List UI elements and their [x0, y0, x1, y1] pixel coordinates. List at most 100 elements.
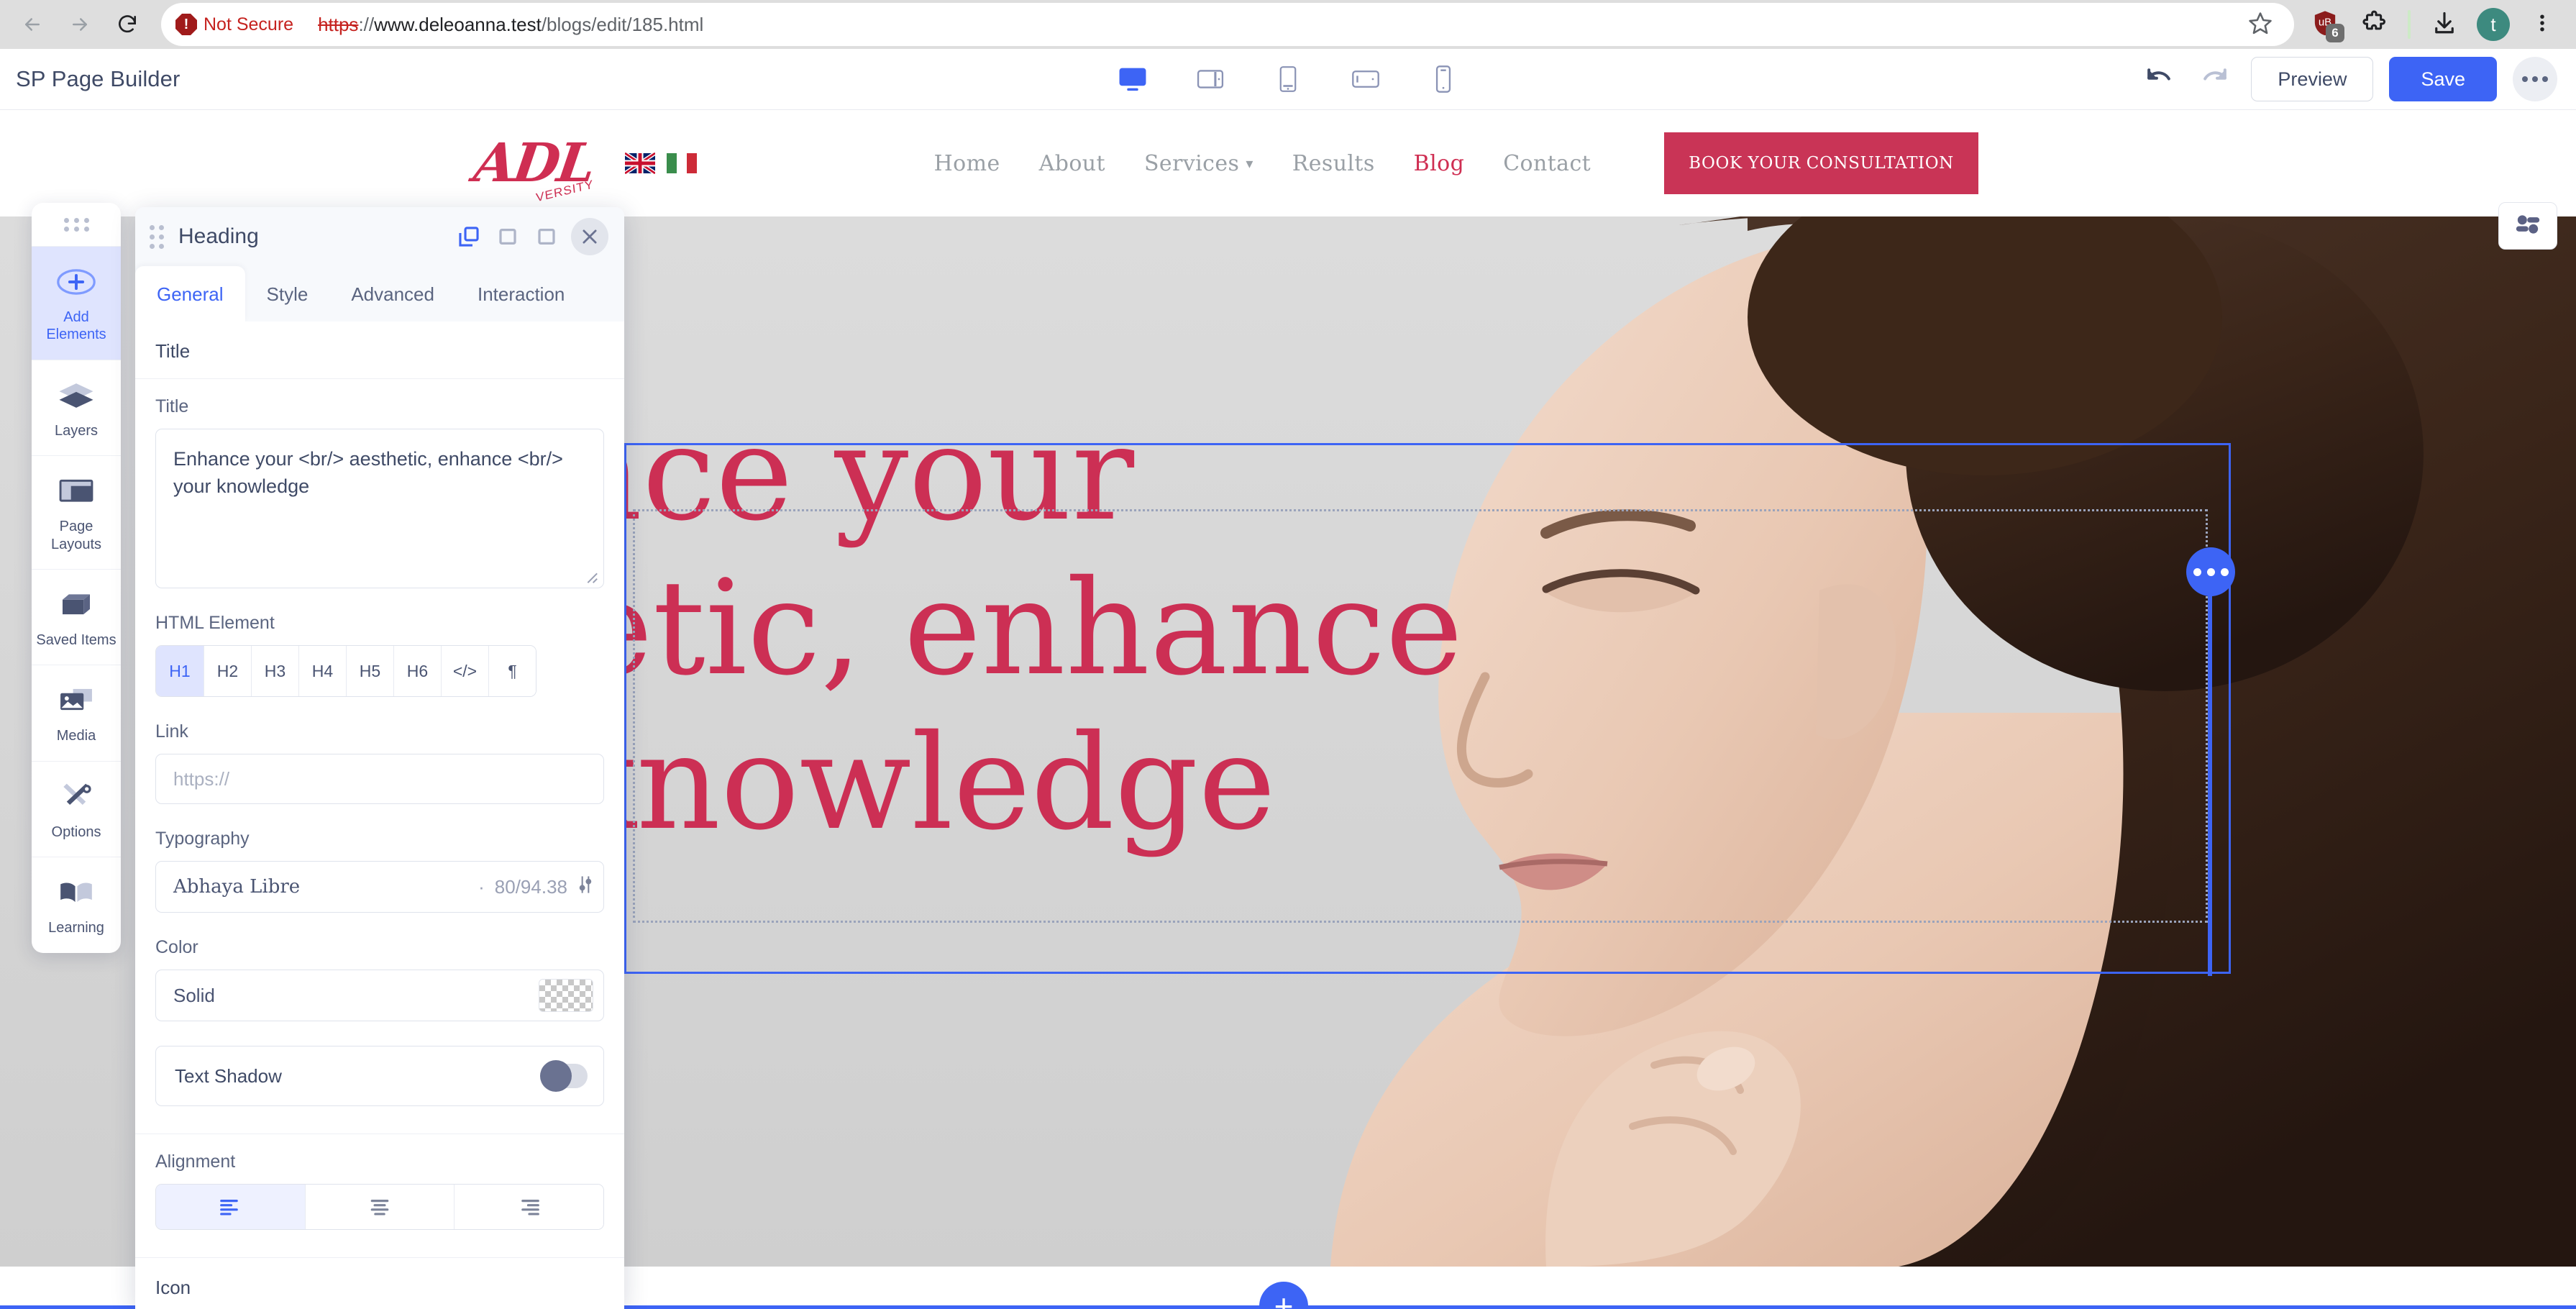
panel-header: Heading	[135, 207, 624, 266]
profile-button[interactable]: t	[2472, 4, 2514, 45]
sidebar-item-label: Add Elements	[46, 309, 106, 343]
redo-button[interactable]	[2195, 59, 2235, 99]
color-label: Color	[155, 937, 198, 957]
tab-style[interactable]: Style	[245, 266, 330, 321]
typography-selector[interactable]: Abhaya Libre · 80/94.38	[155, 861, 604, 913]
sidebar-item-learning[interactable]: Learning	[32, 857, 121, 952]
sidebar-item-label: Learning	[48, 920, 104, 936]
tab-interaction[interactable]: Interaction	[456, 266, 586, 321]
tab-advanced[interactable]: Advanced	[329, 266, 456, 321]
builder-sidebar: Add Elements Layers Page Layouts Saved I…	[32, 203, 121, 953]
builder-toolbar: SP Page Builder Preview Save	[0, 49, 2576, 110]
site-menu-item-contact[interactable]: Contact	[1503, 151, 1591, 176]
html-element-h2[interactable]: H2	[204, 646, 251, 696]
menu-label: Services	[1143, 150, 1240, 176]
icon-section-header: Icon	[135, 1258, 624, 1309]
flag-italy-icon[interactable]	[666, 152, 697, 174]
add-section-button[interactable]: +	[1259, 1282, 1308, 1309]
dot	[2532, 76, 2538, 82]
save-button[interactable]: Save	[2389, 57, 2497, 101]
color-swatch[interactable]	[539, 979, 593, 1012]
preview-button[interactable]: Preview	[2251, 57, 2374, 101]
panel-drag-handle[interactable]	[150, 224, 164, 249]
align-center-button[interactable]	[304, 1185, 455, 1229]
duplicate-icon[interactable]	[455, 222, 483, 251]
tools-icon	[58, 779, 94, 815]
html-element-h6[interactable]: H6	[393, 646, 441, 696]
site-menu-item-results[interactable]: Results	[1292, 151, 1375, 176]
title-textarea[interactable]: Enhance your <br/> aesthetic, enhance <b…	[155, 429, 604, 588]
align-right-button[interactable]	[454, 1185, 603, 1229]
dock-left-icon[interactable]	[493, 222, 522, 251]
flag-uk-icon[interactable]	[624, 151, 657, 175]
site-menu-item-home[interactable]: Home	[934, 151, 1000, 176]
menu-label: Contact	[1503, 150, 1591, 176]
reload-button[interactable]	[105, 2, 150, 47]
html-element-code[interactable]: </>	[441, 646, 488, 696]
undo-button[interactable]	[2139, 59, 2179, 99]
sidebar-item-label: Saved Items	[36, 631, 117, 648]
device-laptop-button[interactable]	[1189, 60, 1231, 98]
text-shadow-toggle[interactable]	[540, 1060, 588, 1092]
html-element-h4[interactable]: H4	[298, 646, 346, 696]
sidebar-item-add-elements[interactable]: Add Elements	[32, 246, 121, 360]
html-element-h3[interactable]: H3	[251, 646, 298, 696]
site-menu-item-blog[interactable]: Blog	[1414, 151, 1465, 176]
sidebar-item-saved-items[interactable]: Saved Items	[32, 568, 121, 665]
address-bar[interactable]: ! Not Secure https://www.deleoanna.test/…	[161, 3, 2294, 46]
ublock-extension-button[interactable]: uB 6	[2304, 4, 2346, 45]
extensions-button[interactable]	[2353, 4, 2395, 45]
sidebar-drag-handle[interactable]	[32, 203, 121, 246]
device-tablet-portrait-button[interactable]	[1267, 60, 1309, 98]
site-menu-item-about[interactable]: About	[1039, 151, 1105, 176]
forward-button[interactable]	[58, 2, 102, 47]
device-preview-switcher	[1112, 60, 1464, 98]
site-menu-item-services[interactable]: Services ▾	[1144, 151, 1253, 176]
undo-icon	[2145, 65, 2173, 94]
device-desktop-button[interactable]	[1112, 60, 1154, 98]
sidebar-item-page-layouts[interactable]: Page Layouts	[32, 455, 121, 569]
color-selector[interactable]: Solid	[155, 970, 604, 1021]
device-mobile-button[interactable]	[1422, 60, 1464, 98]
downloads-button[interactable]	[2424, 4, 2465, 45]
close-icon[interactable]	[571, 218, 608, 255]
element-options-button[interactable]	[2186, 547, 2235, 596]
text-shadow-row[interactable]: Text Shadow	[155, 1046, 604, 1106]
panel-content: Title Title Enhance your <br/> aesthetic…	[135, 321, 624, 1309]
back-button[interactable]	[10, 2, 55, 47]
site-menu: Home About Services ▾ Results Blog Conta…	[934, 132, 1978, 194]
sliders-icon[interactable]	[577, 875, 593, 899]
panel-tabs: General Style Advanced Interaction	[135, 266, 624, 321]
bookmark-button[interactable]	[2239, 4, 2281, 45]
link-input[interactable]: https://	[155, 754, 604, 804]
typography-label: Typography	[155, 829, 250, 849]
book-consultation-button[interactable]: BOOK YOUR CONSULTATION	[1664, 132, 1978, 194]
builder-actions: Preview Save	[2139, 57, 2576, 101]
text-shadow-label: Text Shadow	[175, 1064, 282, 1087]
sidebar-item-label: Media	[56, 728, 96, 744]
not-secure-label: Not Secure	[204, 14, 294, 35]
device-tablet-landscape-button[interactable]	[1345, 60, 1387, 98]
html-element-h1[interactable]: H1	[156, 646, 204, 696]
menu-label: About	[1038, 150, 1105, 176]
sidebar-item-layers[interactable]: Layers	[32, 359, 121, 455]
tab-general[interactable]: General	[135, 266, 245, 321]
align-left-button[interactable]	[156, 1185, 305, 1229]
more-options-button[interactable]	[2513, 57, 2557, 101]
url-host: www.deleoanna.test	[374, 13, 542, 35]
dock-right-icon[interactable]	[532, 222, 561, 251]
sidebar-item-media[interactable]: Media	[32, 665, 121, 760]
canvas-settings-button[interactable]	[2498, 202, 2557, 250]
dot	[2193, 567, 2201, 576]
site-logo[interactable]: ADL VERSITY	[470, 132, 598, 204]
browser-menu-button[interactable]	[2521, 4, 2563, 45]
sidebar-item-options[interactable]: Options	[32, 760, 121, 857]
html-element-h5[interactable]: H5	[346, 646, 393, 696]
dot	[2542, 76, 2548, 82]
menu-label: Blog	[1413, 150, 1465, 176]
dot	[2220, 567, 2229, 576]
not-secure-badge[interactable]: ! Not Secure	[168, 10, 305, 39]
download-icon	[2431, 10, 2457, 40]
html-element-paragraph[interactable]: ¶	[488, 646, 536, 696]
typography-separator: ·	[478, 875, 485, 898]
